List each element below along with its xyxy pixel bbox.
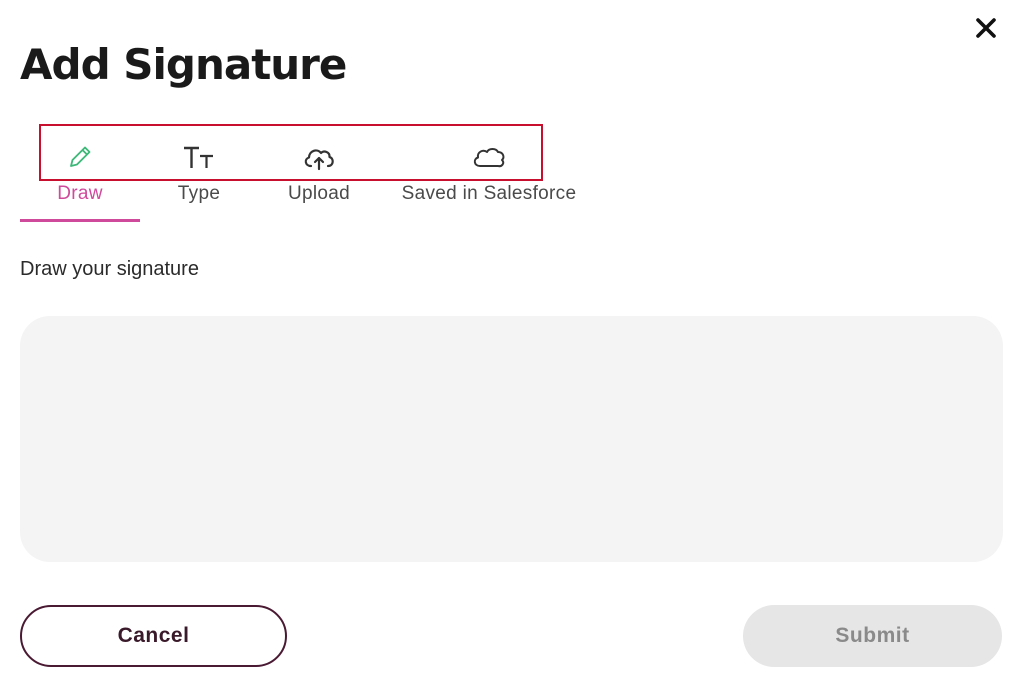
cloud-icon: [471, 140, 507, 174]
tab-saved-label: Saved in Salesforce: [401, 183, 577, 204]
pencil-icon: [66, 140, 94, 174]
tab-upload-label: Upload: [287, 183, 350, 204]
add-signature-dialog: Add Signature Draw Type Upload Saved in …: [0, 0, 1024, 692]
dialog-title: Add Signature: [20, 40, 347, 89]
tab-saved-in-salesforce[interactable]: Saved in Salesforce: [394, 140, 584, 205]
signature-canvas[interactable]: [20, 316, 1003, 562]
cloud-upload-icon: [301, 140, 337, 174]
close-button[interactable]: [970, 12, 1002, 44]
close-icon: [976, 18, 996, 38]
tab-type[interactable]: Type: [150, 140, 248, 205]
tab-upload[interactable]: Upload: [270, 140, 368, 205]
active-tab-indicator: [20, 219, 140, 222]
submit-button[interactable]: Submit: [743, 605, 1002, 667]
tab-draw[interactable]: Draw: [20, 140, 140, 205]
cancel-button[interactable]: Cancel: [20, 605, 287, 667]
draw-instruction: Draw your signature: [20, 258, 199, 280]
tab-draw-label: Draw: [57, 183, 103, 204]
text-size-icon: [182, 140, 216, 174]
tab-type-label: Type: [177, 183, 221, 204]
